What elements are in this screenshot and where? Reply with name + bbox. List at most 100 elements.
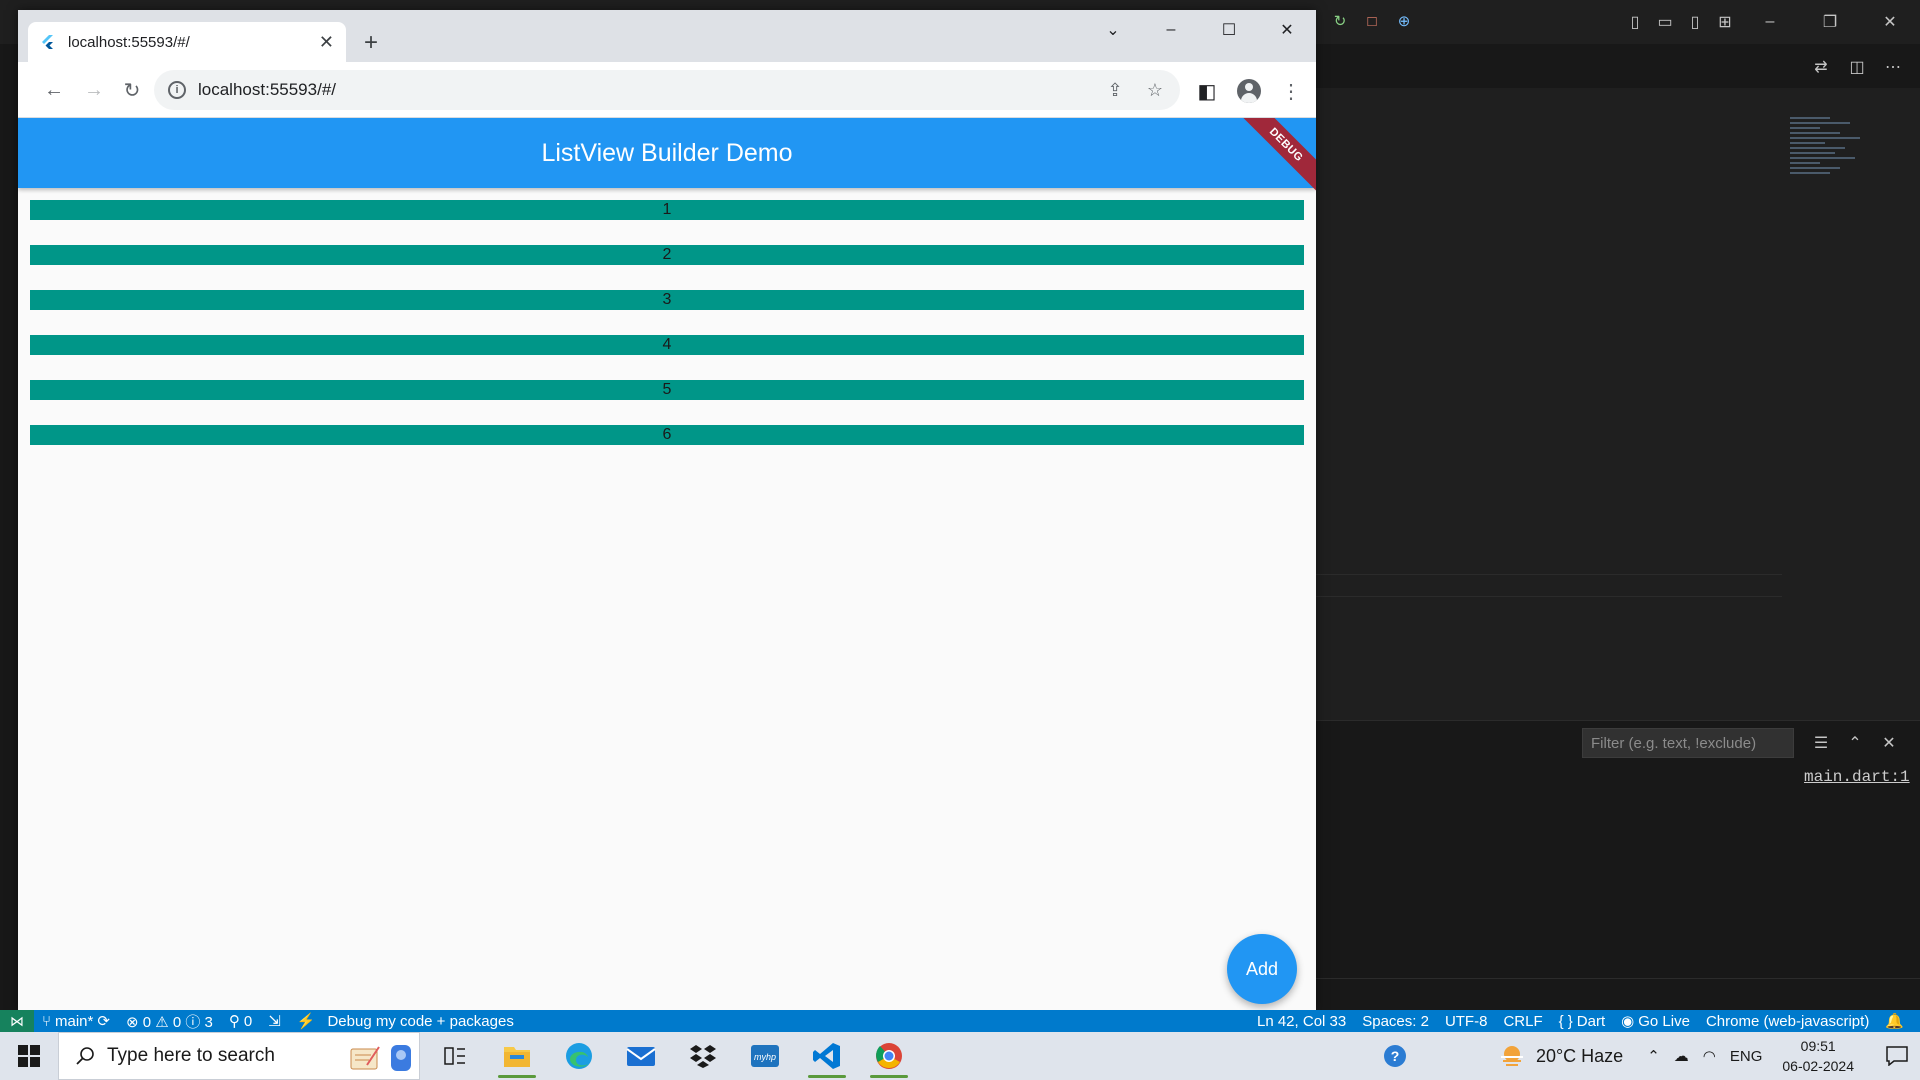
myhp-icon[interactable]: myhp [734, 1032, 796, 1080]
browser-tab[interactable]: localhost:55593/#/ ✕ [28, 22, 346, 62]
close-panel-icon[interactable]: ✕ [1874, 728, 1904, 758]
open-changes-icon[interactable]: ⇄ [1806, 52, 1836, 82]
debug-mode-status[interactable]: ⚡ Debug my code + packages [289, 1012, 522, 1031]
branch-status[interactable]: ⑂ main* ⟳ [34, 1012, 118, 1031]
system-tray: ⌃ ☁ ◠ ENG [1647, 1047, 1763, 1066]
start-button[interactable] [0, 1032, 58, 1080]
output-panel [1315, 720, 1920, 978]
cursor-position[interactable]: Ln 42, Col 33 [1249, 1013, 1354, 1030]
encoding[interactable]: UTF-8 [1437, 1013, 1496, 1030]
flutter-icon [42, 35, 53, 49]
remote-icon[interactable]: ⋈ [0, 1010, 34, 1032]
windows-taskbar: Type here to search myhp ? 20°C Haze ⌃ ☁… [0, 1032, 1920, 1080]
back-icon[interactable]: ← [38, 74, 70, 106]
ports-count: 0 [243, 1012, 253, 1030]
device-selector[interactable]: Chrome (web-javascript) [1698, 1013, 1877, 1030]
go-live[interactable]: ◉ Go Live [1613, 1012, 1698, 1031]
output-source-link[interactable]: main.dart:1 [1804, 768, 1910, 786]
maximize-icon[interactable]: ☐ [1200, 10, 1258, 50]
tab-strip: localhost:55593/#/ ✕ + ⌄ – ☐ ✕ [18, 10, 1316, 62]
taskbar-tray: ? 20°C Haze ⌃ ☁ ◠ ENG 09:51 06-02-2024 [1372, 1032, 1920, 1080]
vscode-window-controls: ▯ ▭ ▯ ⊞ – ❐ ✕ [1620, 0, 1920, 44]
bookmark-star-icon[interactable]: ☆ [1138, 73, 1172, 107]
new-tab-icon[interactable]: + [356, 28, 386, 58]
indentation[interactable]: Spaces: 2 [1354, 1013, 1437, 1030]
editor-actions: ⇄ ◫ ⋯ [1806, 52, 1908, 82]
share-icon[interactable]: ⇪ [1098, 73, 1132, 107]
taskbar-search[interactable]: Type here to search [58, 1032, 420, 1080]
list-item: 5 [30, 380, 1304, 400]
stop-icon[interactable]: □ [1359, 8, 1385, 34]
tab-search-icon[interactable]: ⌄ [1084, 10, 1142, 50]
side-panel-icon[interactable]: ◧ [1190, 74, 1224, 108]
menu-icon[interactable]: ⋮ [1274, 74, 1308, 108]
mail-icon[interactable] [610, 1032, 672, 1080]
language-label: Dart [1576, 1012, 1606, 1030]
input-language[interactable]: ENG [1730, 1048, 1763, 1065]
task-view-icon[interactable] [424, 1032, 486, 1080]
weather-text: 20°C Haze [1535, 1045, 1624, 1066]
panel-actions: ☰ ⌃ ✕ [1806, 728, 1904, 758]
show-hidden-icons-icon[interactable]: ⌃ [1647, 1047, 1660, 1065]
browser-toolbar: ← → ↻ i localhost:55593/#/ ⇪ ☆ ◧ ⋮ [18, 62, 1316, 118]
help-icon[interactable]: ? [1372, 1032, 1418, 1080]
branch-icon: ⑂ [42, 1012, 52, 1030]
app-bar: ListView Builder Demo [18, 118, 1316, 188]
list-item: 1 [30, 200, 1304, 220]
haze-icon [1500, 1046, 1523, 1066]
add-button[interactable]: Add [1227, 934, 1297, 1004]
address-bar[interactable]: i localhost:55593/#/ ⇪ ☆ [154, 70, 1180, 110]
notifications-icon[interactable]: 🔔 [1877, 1012, 1912, 1030]
vscode-restore-icon[interactable]: ❐ [1800, 7, 1860, 37]
site-info-icon[interactable]: i [168, 81, 186, 99]
maximize-panel-icon[interactable]: ⌃ [1840, 728, 1870, 758]
search-highlight-icon [347, 1039, 415, 1073]
minimap[interactable] [1790, 114, 1870, 234]
action-center-icon[interactable] [1874, 1046, 1920, 1066]
filter-input[interactable]: Filter (e.g. text, !exclude) [1582, 728, 1794, 758]
toggle-primary-sidebar-icon[interactable]: ▯ [1620, 7, 1650, 37]
go-live-label: Go Live [1638, 1012, 1690, 1030]
close-window-icon[interactable]: ✕ [1258, 10, 1316, 50]
end-of-line[interactable]: CRLF [1495, 1013, 1550, 1030]
list-icon[interactable]: ☰ [1806, 728, 1836, 758]
language-mode[interactable]: { } Dart [1551, 1013, 1614, 1030]
status-bar: ⋈ ⑂ main* ⟳ ⊗ 0 ⚠ 0 ⓘ 3 ⚲ 0 ⇲ ⚡ Debug my cod… [0, 1010, 1920, 1032]
forward-icon[interactable]: → [78, 74, 110, 106]
list-item: 2 [30, 245, 1304, 265]
separator [1315, 574, 1782, 575]
chrome-icon[interactable] [858, 1032, 920, 1080]
debug-launch-icon[interactable]: ⇲ [260, 1012, 289, 1030]
reload-icon[interactable]: ↻ [116, 74, 148, 106]
separator [1315, 596, 1782, 597]
toolbar-right: ◧ ⋮ [1190, 74, 1308, 108]
sync-icon[interactable]: ⟳ [97, 1012, 110, 1030]
weather-widget[interactable]: 20°C Haze [1498, 1044, 1623, 1068]
vscode-minimize-icon[interactable]: – [1740, 7, 1800, 37]
more-actions-icon[interactable]: ⋯ [1878, 52, 1908, 82]
wifi-icon[interactable]: ◠ [1703, 1047, 1716, 1065]
debug-icon: ⚡ [296, 1013, 316, 1030]
page-title: ListView Builder Demo [541, 138, 793, 167]
profile-icon[interactable] [1232, 74, 1266, 108]
url-text[interactable]: localhost:55593/#/ [198, 80, 336, 100]
clock[interactable]: 09:51 06-02-2024 [1782, 1036, 1854, 1076]
browser-window-controls: ⌄ – ☐ ✕ [1084, 10, 1316, 50]
customize-layout-icon[interactable]: ⊞ [1710, 7, 1740, 37]
minimize-icon[interactable]: – [1142, 10, 1200, 50]
browser-window: localhost:55593/#/ ✕ + ⌄ – ☐ ✕ ← → ↻ i l… [18, 10, 1316, 1010]
split-editor-icon[interactable]: ◫ [1842, 52, 1872, 82]
vscode-close-icon[interactable]: ✕ [1860, 7, 1920, 37]
edge-icon[interactable] [548, 1032, 610, 1080]
file-explorer-icon[interactable] [486, 1032, 548, 1080]
problems-status[interactable]: ⊗ 0 ⚠ 0 ⓘ 3 [118, 1011, 221, 1032]
restart-icon[interactable]: ↻ [1327, 8, 1353, 34]
onedrive-icon[interactable]: ☁ [1674, 1047, 1689, 1065]
devtools-icon[interactable]: ⊕ [1391, 8, 1417, 34]
vscode-icon[interactable] [796, 1032, 858, 1080]
toggle-panel-icon[interactable]: ▭ [1650, 7, 1680, 37]
dropbox-icon[interactable] [672, 1032, 734, 1080]
close-tab-icon[interactable]: ✕ [319, 32, 334, 53]
toggle-secondary-sidebar-icon[interactable]: ▯ [1680, 7, 1710, 37]
ports-status[interactable]: ⚲ 0 [221, 1012, 260, 1031]
